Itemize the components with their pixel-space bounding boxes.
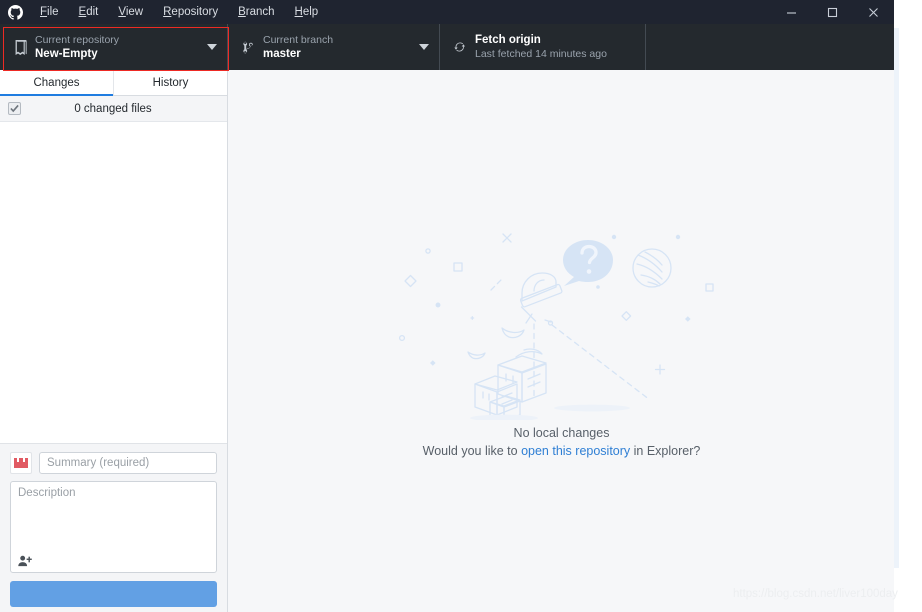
commit-summary-row bbox=[10, 452, 217, 474]
current-branch-texts: Current branch master bbox=[260, 34, 415, 61]
sidebar: Changes History 0 changed files bbox=[0, 70, 228, 612]
maximize-icon[interactable] bbox=[812, 0, 853, 24]
current-branch-value: master bbox=[263, 47, 301, 60]
title-bar: File Edit View Repository Branch Help bbox=[0, 0, 894, 24]
select-all-checkbox[interactable] bbox=[8, 102, 21, 115]
user-identicon-avatar bbox=[10, 452, 32, 474]
repo-book-icon bbox=[10, 39, 32, 55]
fetch-origin-label: Fetch origin bbox=[475, 34, 541, 46]
empty-state-subtitle: Would you like to open this repository i… bbox=[423, 444, 701, 458]
empty-state-prefix: Would you like to bbox=[422, 444, 522, 458]
menu-bar: File Edit View Repository Branch Help bbox=[30, 0, 328, 24]
toolbar-empty-space bbox=[646, 24, 894, 70]
current-repository-label: Current repository bbox=[35, 33, 120, 46]
empty-state-title: No local changes bbox=[513, 426, 610, 440]
changed-files-count: 0 changed files bbox=[74, 102, 152, 115]
window-controls bbox=[771, 0, 894, 24]
menu-item-view[interactable]: View bbox=[108, 0, 153, 24]
open-in-explorer-link[interactable]: open this repository bbox=[521, 444, 630, 458]
commit-description-wrapper bbox=[10, 481, 217, 573]
commit-description-input[interactable] bbox=[11, 482, 216, 552]
telescope-space-illustration bbox=[398, 233, 714, 420]
github-desktop-window: File Edit View Repository Branch Help Cu… bbox=[0, 0, 922, 612]
current-branch-label: Current branch bbox=[263, 33, 334, 46]
minimize-icon[interactable] bbox=[771, 0, 812, 24]
tab-history-label: History bbox=[152, 76, 189, 89]
fetch-origin-texts: Fetch origin Last fetched 14 minutes ago bbox=[472, 33, 635, 61]
tab-changes-label: Changes bbox=[33, 76, 80, 89]
background-window-scrollbar[interactable] bbox=[894, 28, 899, 568]
close-icon[interactable] bbox=[853, 0, 894, 24]
current-repository-button[interactable]: Current repository New-Empty bbox=[0, 24, 228, 70]
tab-changes[interactable]: Changes bbox=[0, 70, 114, 96]
checkmark-icon bbox=[10, 104, 19, 113]
menu-item-edit[interactable]: Edit bbox=[69, 0, 109, 24]
toolbar: Current repository New-Empty Current bra… bbox=[0, 24, 894, 70]
watermark-text: https://blog.csdn.net/liver100day bbox=[733, 588, 898, 600]
add-co-author-person-plus-icon[interactable] bbox=[18, 553, 34, 567]
chevron-down-icon bbox=[419, 44, 429, 50]
chevron-down-icon bbox=[207, 44, 217, 50]
fetch-origin-sublabel: Last fetched 14 minutes ago bbox=[475, 48, 607, 60]
menu-item-file[interactable]: File bbox=[30, 0, 69, 24]
commit-area bbox=[0, 443, 227, 612]
current-repository-texts: Current repository New-Empty bbox=[32, 34, 203, 61]
sidebar-tabs: Changes History bbox=[0, 70, 227, 96]
changed-file-list bbox=[0, 122, 227, 484]
fetch-origin-button[interactable]: Fetch origin Last fetched 14 minutes ago bbox=[440, 24, 646, 70]
branch-icon bbox=[238, 40, 260, 55]
main-content-empty-state: No local changes Would you like to open … bbox=[229, 70, 894, 612]
github-mark-icon bbox=[0, 0, 30, 24]
sync-refresh-icon bbox=[450, 40, 472, 54]
commit-to-master-button[interactable] bbox=[10, 581, 217, 607]
menu-item-branch[interactable]: Branch bbox=[228, 0, 284, 24]
current-branch-button[interactable]: Current branch master bbox=[228, 24, 440, 70]
current-repository-value: New-Empty bbox=[35, 47, 98, 60]
menu-item-repository[interactable]: Repository bbox=[153, 0, 228, 24]
changes-header: 0 changed files bbox=[0, 96, 227, 122]
tab-history[interactable]: History bbox=[114, 70, 227, 95]
menu-item-help[interactable]: Help bbox=[285, 0, 329, 24]
app-window: File Edit View Repository Branch Help Cu… bbox=[0, 0, 894, 612]
commit-summary-input[interactable] bbox=[39, 452, 217, 474]
empty-state-suffix: in Explorer? bbox=[630, 444, 701, 458]
